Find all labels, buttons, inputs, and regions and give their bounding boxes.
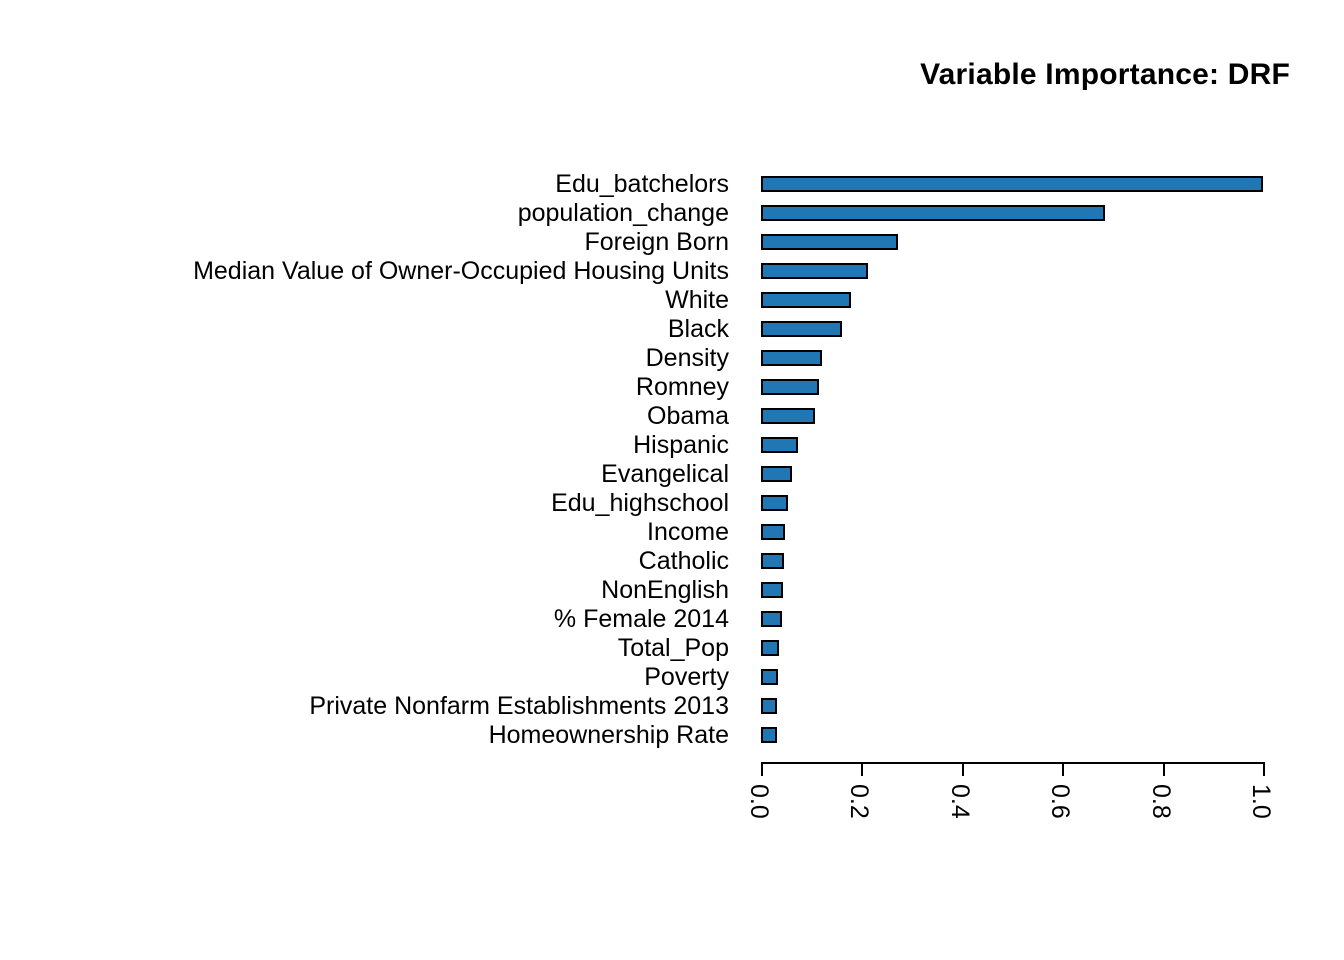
- bar-row: Catholic: [0, 547, 1344, 575]
- bar: [761, 698, 778, 714]
- category-label: Foreign Born: [584, 228, 729, 256]
- bar: [761, 669, 779, 685]
- x-tick-mark: [1162, 762, 1165, 776]
- x-tick-label: 0.0: [745, 784, 773, 819]
- bar-row: Foreign Born: [0, 228, 1344, 256]
- x-tick-label: 0.2: [845, 784, 874, 819]
- bar: [761, 292, 852, 308]
- bar: [761, 611, 783, 627]
- bar-row: Romney: [0, 373, 1344, 401]
- bar: [761, 582, 784, 598]
- x-tick-label: 0.6: [1046, 784, 1075, 819]
- bar: [761, 234, 899, 250]
- bar: [761, 524, 786, 540]
- bar: [761, 466, 793, 482]
- category-label: Edu_highschool: [551, 489, 729, 517]
- category-label: White: [665, 286, 729, 314]
- x-tick-label: 1.0: [1247, 784, 1275, 819]
- bar-row: Edu_highschool: [0, 489, 1344, 517]
- category-label: Black: [667, 315, 729, 343]
- category-label: Evangelical: [601, 460, 729, 488]
- category-label: Private Nonfarm Establishments 2013: [309, 692, 729, 720]
- category-label: Median Value of Owner-Occupied Housing U…: [193, 257, 729, 285]
- category-label: Edu_batchelors: [555, 170, 729, 198]
- bar: [761, 350, 823, 366]
- bar-row: Homeownership Rate: [0, 721, 1344, 749]
- bar: [761, 176, 1263, 192]
- category-label: Density: [645, 344, 729, 372]
- category-label: % Female 2014: [553, 605, 729, 633]
- bar-row: Total_Pop: [0, 634, 1344, 662]
- category-label: Catholic: [638, 547, 729, 575]
- category-label: NonEnglish: [601, 576, 729, 604]
- bar-row: % Female 2014: [0, 605, 1344, 633]
- bar: [761, 321, 843, 337]
- category-label: Income: [647, 518, 729, 546]
- bar-row: Black: [0, 315, 1344, 343]
- x-tick-mark: [761, 762, 763, 776]
- bars-layer: Edu_batchelors population_change Foreign B…: [0, 0, 1344, 960]
- bar-row: Hispanic: [0, 431, 1344, 459]
- x-axis-line: [761, 762, 1263, 764]
- bar: [761, 263, 869, 279]
- bar-row: Median Value of Owner-Occupied Housing U…: [0, 257, 1344, 285]
- bar: [761, 437, 799, 453]
- bar: [761, 727, 778, 743]
- category-label: Hispanic: [633, 431, 729, 459]
- category-label: Poverty: [644, 663, 729, 691]
- bar-row: Income: [0, 518, 1344, 546]
- x-tick-mark: [861, 762, 864, 776]
- bar-row: Density: [0, 344, 1344, 372]
- x-tick-mark: [961, 762, 964, 776]
- x-tick-mark: [1263, 762, 1265, 776]
- category-label: population_change: [517, 199, 729, 227]
- x-tick-label: 0.8: [1146, 784, 1175, 819]
- bar-row: Edu_batchelors: [0, 170, 1344, 198]
- bar-row: NonEnglish: [0, 576, 1344, 604]
- variable-importance-chart: Variable Importance: DRF Edu_batchelors p…: [0, 0, 1344, 960]
- category-label: Obama: [647, 402, 729, 430]
- bar: [761, 553, 785, 569]
- category-label: Homeownership Rate: [488, 721, 729, 749]
- bar-row: population_change: [0, 199, 1344, 227]
- bar: [761, 205, 1105, 221]
- bar: [761, 640, 780, 656]
- bar-row: White: [0, 286, 1344, 314]
- bar-row: Obama: [0, 402, 1344, 430]
- bar-row: Evangelical: [0, 460, 1344, 488]
- bar: [761, 495, 789, 511]
- bar: [761, 408, 816, 424]
- bar-row: Private Nonfarm Establishments 2013: [0, 692, 1344, 720]
- bar-row: Poverty: [0, 663, 1344, 691]
- bar: [761, 379, 820, 395]
- x-tick-mark: [1062, 762, 1065, 776]
- category-label: Romney: [635, 373, 729, 401]
- category-label: Total_Pop: [617, 634, 729, 662]
- x-tick-label: 0.4: [945, 784, 974, 819]
